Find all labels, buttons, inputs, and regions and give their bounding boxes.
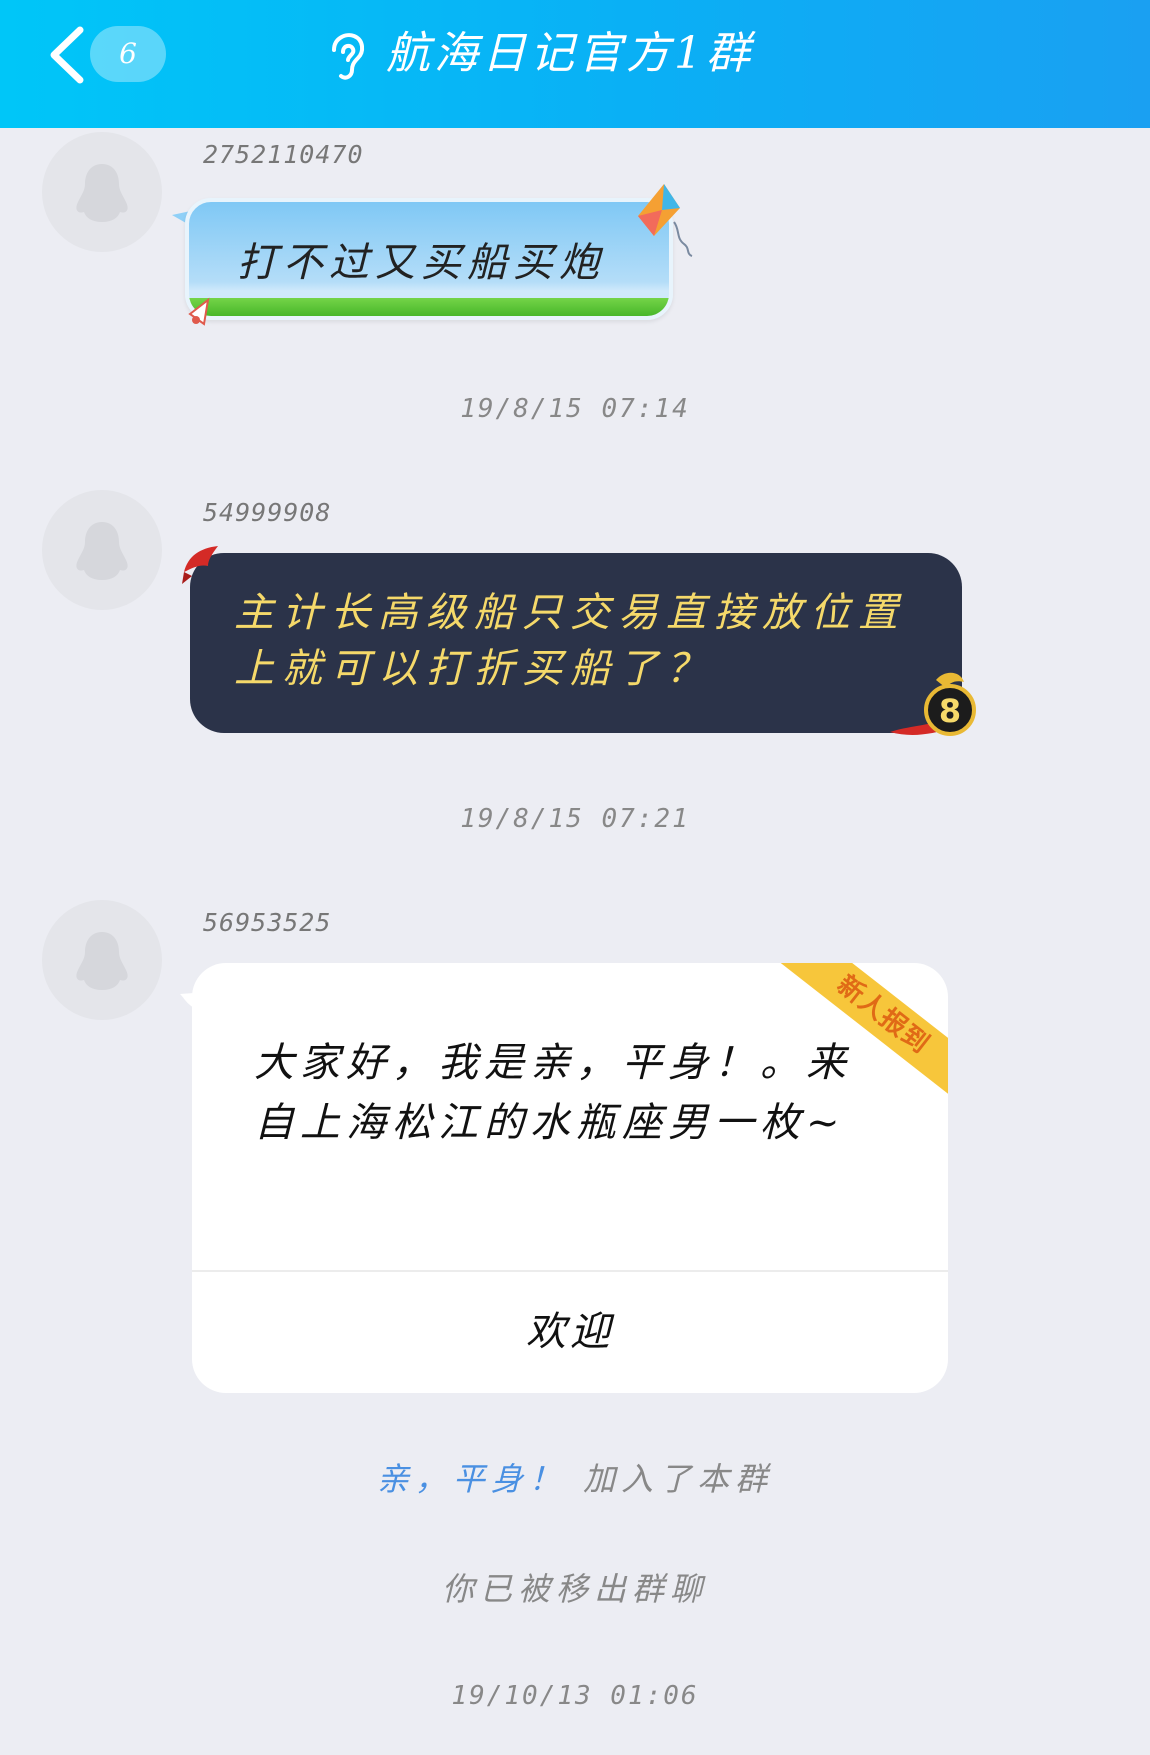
chat-title[interactable]: 航海日记官方1群 — [386, 22, 754, 86]
ribbon-icon — [182, 546, 218, 584]
sender-id: 2752110470 — [203, 140, 364, 169]
timestamp: 19/10/13 01:06 — [451, 1681, 699, 1711]
joined-member-link[interactable]: 亲，平身！ — [377, 1460, 567, 1498]
avatar[interactable] — [42, 900, 162, 1020]
back-button[interactable] — [42, 24, 92, 86]
welcome-button[interactable]: 欢迎 — [192, 1272, 948, 1393]
avatar[interactable] — [42, 132, 162, 252]
chat-header: 6 航海日记官方1群 — [0, 0, 1150, 128]
avatar[interactable] — [42, 490, 162, 610]
penguin-avatar-icon — [76, 932, 128, 990]
grass-strip — [189, 298, 669, 316]
unread-count-badge[interactable]: 6 — [90, 26, 166, 82]
ear-icon[interactable] — [326, 30, 370, 82]
penguin-avatar-icon — [76, 522, 128, 580]
card-text: 大家好，我是亲，平身！。来自上海松江的水瓶座男一枚~ — [254, 1040, 852, 1146]
message-text: 主计长高级船只交易直接放位置上就可以打折买船了？ — [234, 590, 906, 692]
paper-plane-icon — [188, 297, 210, 326]
message-bubble[interactable]: 打不过又买船买炮 — [185, 198, 673, 320]
svg-text:8: 8 — [939, 692, 961, 730]
message-text: 打不过又买船买炮 — [237, 240, 605, 286]
penguin-avatar-icon — [76, 164, 128, 222]
kite-icon — [638, 184, 693, 257]
badge-8-icon: 8 — [890, 672, 976, 736]
system-removed-message: 你已被移出群聊 — [441, 1570, 708, 1608]
sender-id: 56953525 — [203, 908, 332, 937]
timestamp: 19/8/15 07:14 — [460, 394, 690, 424]
timestamp: 19/8/15 07:21 — [460, 804, 690, 834]
sender-id: 54999908 — [203, 498, 332, 527]
system-joined-message: 亲，平身！ 加入了本群 — [0, 1454, 1150, 1500]
message-bubble[interactable]: 主计长高级船只交易直接放位置上就可以打折买船了？ — [190, 553, 962, 733]
joined-text: 加入了本群 — [583, 1460, 774, 1498]
new-member-card[interactable]: 新人报到 大家好，我是亲，平身！。来自上海松江的水瓶座男一枚~ 欢迎 — [192, 963, 948, 1393]
back-chevron-icon — [50, 26, 84, 84]
